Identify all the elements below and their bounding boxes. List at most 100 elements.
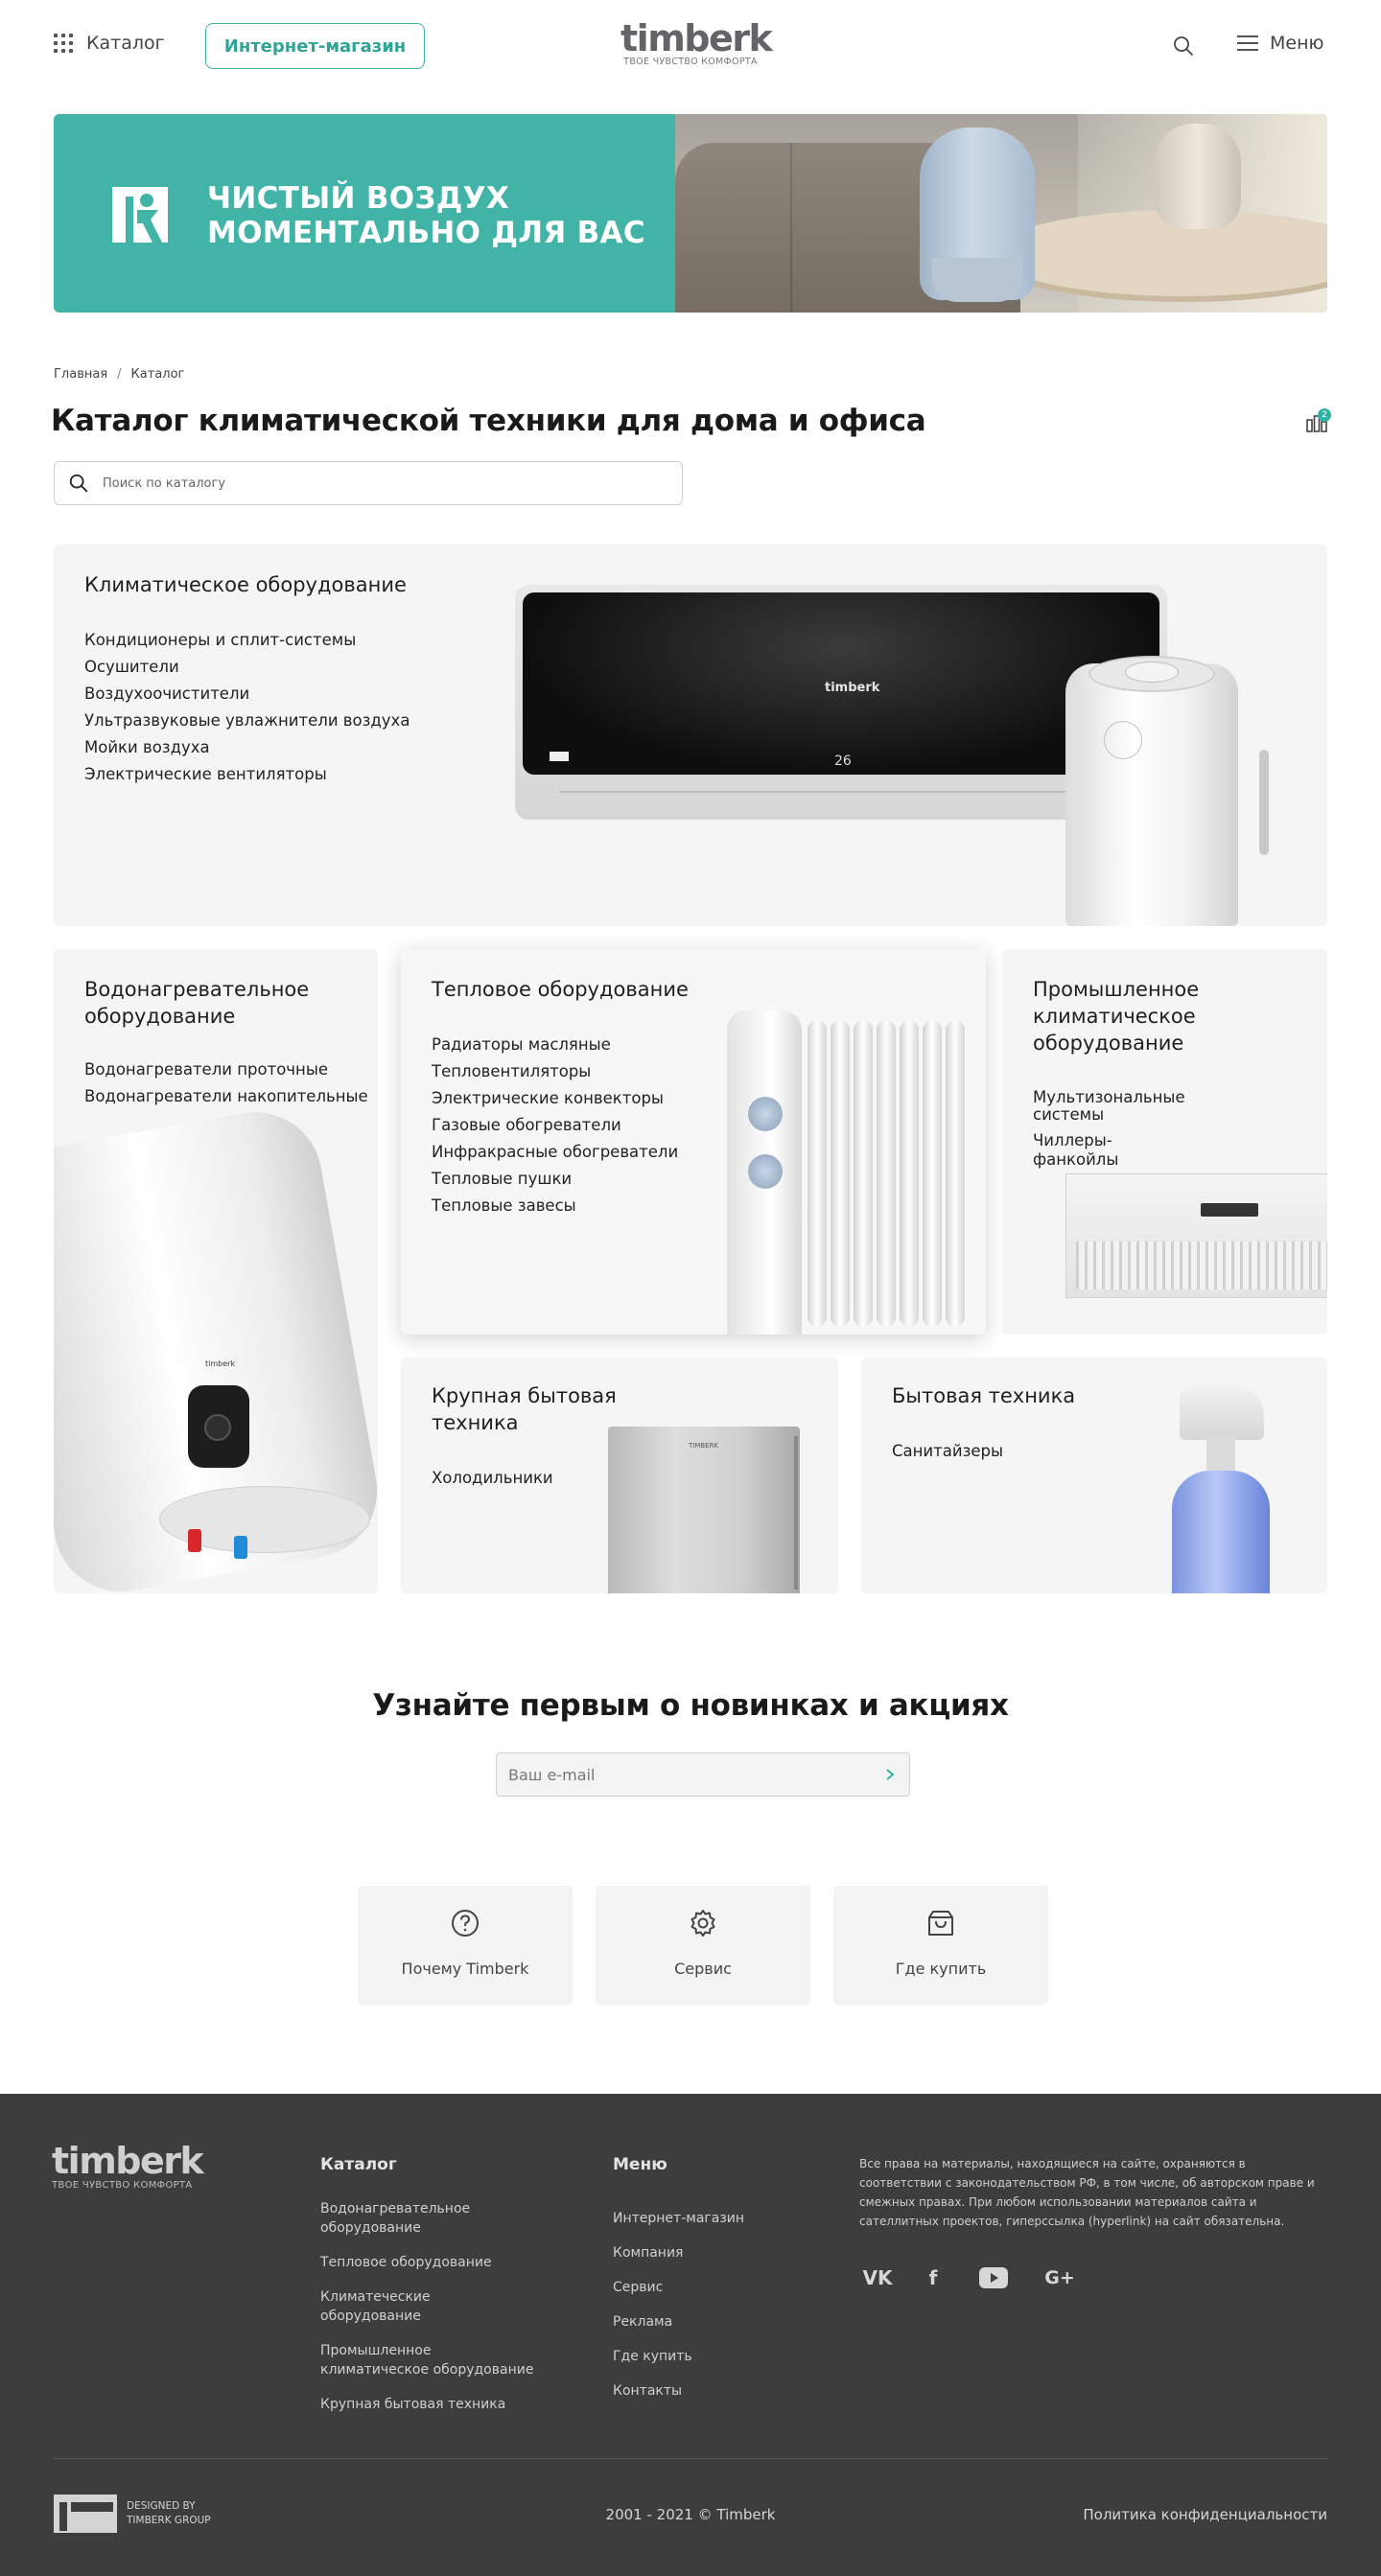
category-links: Мультизональные системы Чиллеры-фанкойлы xyxy=(1033,1089,1196,1170)
hamburger-icon xyxy=(1237,35,1258,51)
category-link[interactable]: Электрические вентиляторы xyxy=(84,761,410,788)
subscribe-form xyxy=(496,1752,910,1797)
category-link[interactable]: Газовые обогреватели xyxy=(432,1112,678,1139)
footer-link[interactable]: Интернет-магазин xyxy=(613,2201,744,2236)
category-link[interactable]: Инфракрасные обогреватели xyxy=(432,1139,678,1166)
category-link[interactable]: Кондиционеры и сплит-системы xyxy=(84,627,410,654)
category-link[interactable]: Водонагреватели проточные xyxy=(84,1056,368,1083)
category-card-large-appliances[interactable]: Крупная бытовая техника Холодильники TIM… xyxy=(401,1358,838,1593)
brand-mark-icon xyxy=(112,187,168,243)
logo[interactable]: timberk ТВОЕ ЧУВСТВО КОМФОРТА xyxy=(620,17,773,67)
menu-label: Меню xyxy=(1270,33,1324,54)
breadcrumb-home[interactable]: Главная xyxy=(54,367,107,382)
google-plus-icon[interactable]: G+ xyxy=(1043,2266,1076,2289)
footer-divider xyxy=(54,2458,1327,2459)
footer-link[interactable]: Сервис xyxy=(613,2270,744,2305)
quick-link-where-to-buy[interactable]: Где купить xyxy=(833,1886,1048,2005)
card-title: Водонагревательное оборудование xyxy=(84,978,310,1028)
logo-tagline: ТВОЕ ЧУВСТВО КОМФОРТА xyxy=(623,57,758,67)
footer-link[interactable]: Тепловое оборудование xyxy=(320,2253,550,2272)
footer-link[interactable]: Реклама xyxy=(613,2305,744,2339)
vk-icon[interactable]: VK xyxy=(859,2266,896,2289)
youtube-icon[interactable] xyxy=(978,2266,1009,2289)
card-title: Крупная бытовая техника xyxy=(432,1384,617,1434)
footer-link[interactable]: Промышленное климатическое оборудование xyxy=(320,2341,541,2379)
logo-wordmark: timberk xyxy=(620,17,773,59)
question-icon xyxy=(452,1910,479,1937)
catalog-menu-button[interactable]: Каталог xyxy=(54,33,165,54)
footer-logo[interactable]: timberk ТВОЕ ЧУВСТВО КОМФОРТА xyxy=(52,2142,204,2191)
category-links: Радиаторы масляные Тепловентиляторы Элек… xyxy=(432,1032,678,1219)
sanitizer-image xyxy=(1159,1386,1274,1593)
quick-link-service[interactable]: Сервис xyxy=(596,1886,810,2005)
card-title: Климатическое оборудование xyxy=(84,573,407,596)
quick-link-label: Сервис xyxy=(674,1960,732,1978)
category-links: Санитайзеры xyxy=(892,1438,1003,1465)
category-link[interactable]: Санитайзеры xyxy=(892,1438,1003,1465)
card-title: Промышленное климатическое оборудование xyxy=(1033,978,1200,1055)
banner-photo xyxy=(675,114,1327,313)
footer-catalog-title: Каталог xyxy=(320,2155,397,2174)
category-card-heating[interactable]: Тепловое оборудование Радиаторы масляные… xyxy=(401,949,986,1334)
shopping-bag-icon xyxy=(928,1911,953,1936)
catalog-label: Каталог xyxy=(86,33,165,54)
search-icon xyxy=(69,474,88,493)
card-title: Тепловое оборудование xyxy=(432,978,689,1001)
online-shop-button[interactable]: Интернет-магазин xyxy=(205,23,425,69)
category-card-industrial[interactable]: Промышленное климатическое оборудование … xyxy=(1002,949,1327,1334)
category-link[interactable]: Чиллеры-фанкойлы xyxy=(1033,1131,1196,1170)
category-link[interactable]: Тепловые завесы xyxy=(432,1193,678,1219)
menu-button[interactable]: Меню xyxy=(1237,33,1324,54)
category-link[interactable]: Водонагреватели накопительные xyxy=(84,1083,368,1110)
compare-count-badge: 2 xyxy=(1318,408,1331,422)
footer-link[interactable]: Компания xyxy=(613,2236,744,2270)
quick-link-label: Почему Timberk xyxy=(401,1960,529,1978)
breadcrumb: Главная / Каталог xyxy=(54,367,185,382)
footer-menu-links: Интернет-магазин Компания Сервис Реклама… xyxy=(613,2201,744,2408)
category-link[interactable]: Осушители xyxy=(84,654,410,681)
category-link[interactable]: Тепловые пушки xyxy=(432,1166,678,1193)
footer-catalog-links: Водонагревательное оборудование Тепловое… xyxy=(320,2199,550,2414)
footer-link[interactable]: Климатеческие оборудование xyxy=(320,2287,455,2326)
promo-banner[interactable]: ЧИСТЫЙ ВОЗДУХ МОМЕНТАЛЬНО ДЛЯ ВАС xyxy=(54,114,1327,313)
humidifier-image xyxy=(1065,656,1269,926)
category-link[interactable]: Мультизональные системы xyxy=(1033,1089,1196,1124)
footer: timberk ТВОЕ ЧУВСТВО КОМФОРТА Каталог Во… xyxy=(0,2094,1381,2576)
catalog-search-input[interactable] xyxy=(103,476,640,491)
category-card-household[interactable]: Бытовая техника Санитайзеры xyxy=(861,1358,1327,1593)
quick-link-label: Где купить xyxy=(895,1960,987,1978)
search-icon[interactable] xyxy=(1172,35,1195,58)
grid-icon xyxy=(54,34,73,53)
gear-icon xyxy=(690,1910,715,1937)
category-links: Холодильники xyxy=(432,1465,553,1492)
category-link[interactable]: Воздухоочистители xyxy=(84,681,410,708)
footer-link[interactable]: Где купить xyxy=(613,2339,744,2374)
chevron-right-icon[interactable] xyxy=(871,1755,909,1794)
category-link[interactable]: Радиаторы масляные xyxy=(432,1032,678,1058)
fridge-image: TIMBERK xyxy=(608,1427,800,1593)
category-card-water-heating[interactable]: Водонагревательное оборудование Водонагр… xyxy=(54,949,378,1593)
category-link[interactable]: Электрические конвекторы xyxy=(432,1085,678,1112)
category-links: Кондиционеры и сплит-системы Осушители В… xyxy=(84,627,410,788)
facebook-icon[interactable]: f xyxy=(923,2266,944,2289)
privacy-policy-link[interactable]: Политика конфиденциальности xyxy=(1083,2506,1327,2523)
footer-link[interactable]: Крупная бытовая техника xyxy=(320,2395,550,2414)
header: Каталог Интернет-магазин timberk ТВОЕ ЧУ… xyxy=(0,0,1381,92)
oil-radiator-image xyxy=(727,1010,986,1334)
category-link[interactable]: Ультразвуковые увлажнители воздуха xyxy=(84,708,410,734)
quick-link-why[interactable]: Почему Timberk xyxy=(358,1886,573,2005)
footer-link[interactable]: Контакты xyxy=(613,2374,744,2408)
footer-menu-title: Меню xyxy=(613,2155,667,2174)
breadcrumb-current: Каталог xyxy=(130,367,185,382)
category-link[interactable]: Тепловентиляторы xyxy=(432,1058,678,1085)
category-link[interactable]: Холодильники xyxy=(432,1465,553,1492)
category-links: Водонагреватели проточные Водонагревател… xyxy=(84,1056,368,1110)
footer-link[interactable]: Водонагревательное оборудование xyxy=(320,2199,483,2238)
catalog-search xyxy=(54,461,683,505)
category-card-climate[interactable]: Климатическое оборудование Кондиционеры … xyxy=(54,545,1327,926)
page-title: Каталог климатической техники для дома и… xyxy=(51,404,926,438)
banner-title: ЧИСТЫЙ ВОЗДУХ МОМЕНТАЛЬНО ДЛЯ ВАС xyxy=(207,181,645,250)
category-link[interactable]: Мойки воздуха xyxy=(84,734,410,761)
email-input[interactable] xyxy=(508,1765,871,1784)
cassette-unit-image xyxy=(1065,1173,1327,1298)
